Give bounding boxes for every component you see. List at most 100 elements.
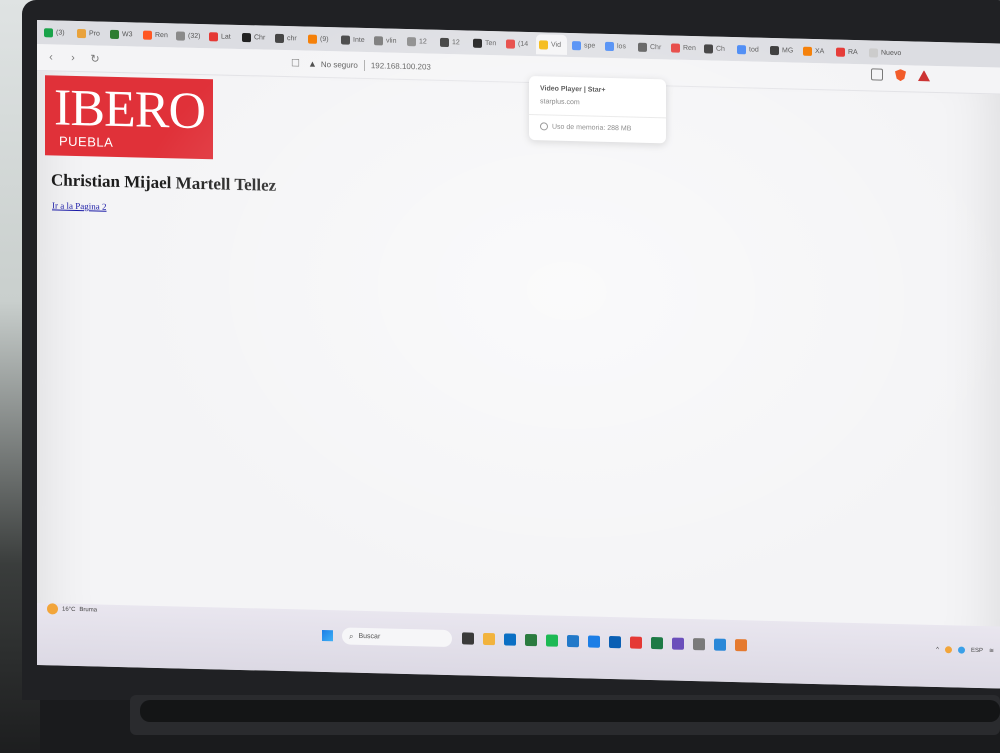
logo-text: IBERO [54,79,205,141]
taskbar-app-icon[interactable] [546,634,558,647]
browser-tab[interactable]: los [602,36,633,57]
hover-card-divider [529,114,666,119]
taskbar-app-icon[interactable] [735,639,747,652]
browser-tab[interactable]: Vid [536,34,567,55]
logo-subtext: PUEBLA [59,133,114,150]
taskbar-app-icon[interactable] [567,634,579,648]
tab-label: Nuevo [881,49,902,57]
tab-label: (3) [56,28,65,37]
search-placeholder[interactable]: Buscar [358,633,380,641]
laptop-hinge-bar [140,700,1000,722]
tab-label: XA [815,47,825,55]
browser-tab[interactable]: tod [734,39,765,60]
browser-tab[interactable]: Ten [470,33,501,54]
browser-tab[interactable]: Ch [701,38,732,59]
tab-label: Ten [485,39,497,47]
tab-favicon-icon [209,31,218,41]
brave-shield-icon[interactable] [895,69,906,81]
browser-tab[interactable]: 12 [404,31,435,52]
ibero-logo: IBERO PUEBLA [45,75,213,160]
tab-favicon-icon [44,27,53,37]
browser-tab[interactable]: Ren [140,25,171,46]
browser-tab[interactable]: Pro [74,23,105,44]
tab-favicon-icon [638,42,647,52]
address-bar[interactable]: ▲ No seguro 192.168.100.203 [308,55,431,76]
browser-tab[interactable]: (3) [41,22,72,43]
browser-tab[interactable]: (9) [305,29,336,50]
tab-favicon-icon [176,30,185,41]
tab-label: tod [749,45,759,54]
taskbar-app-icon[interactable] [588,635,600,648]
memory-label: Uso de memoria: 288 MB [552,123,632,133]
page-2-link[interactable]: Ir a la Pagina 2 [52,200,106,211]
taskbar-app-icon[interactable] [462,632,474,645]
taskbar-app-icon[interactable] [672,637,684,650]
browser-tab[interactable]: MG [767,40,798,61]
tab-label: 12 [452,38,460,46]
tab-label: chr [287,34,297,42]
browser-tab[interactable]: Nuevo [866,42,906,63]
tab-favicon-icon [572,40,581,50]
wifi-icon[interactable]: ≋ [989,647,994,654]
tab-label: Ch [716,45,725,53]
tab-favicon-icon [341,34,350,45]
tab-favicon-icon [77,28,86,38]
url-text[interactable]: 192.168.100.203 [371,61,431,71]
browser-tab[interactable]: XA [800,41,831,62]
share-icon[interactable] [871,68,883,81]
browser-tab[interactable]: (32) [173,25,204,46]
chevron-up-icon[interactable]: ^ [936,646,939,652]
tab-label: Lat [221,32,231,41]
taskbar-app-icon[interactable] [630,636,642,649]
tab-favicon-icon [473,38,482,48]
taskbar-app-icon[interactable] [525,633,537,647]
reload-button[interactable]: ↻ [87,50,103,66]
taskbar-app-icon[interactable] [609,635,621,649]
browser-tab[interactable]: spe [569,35,600,56]
cloud-icon[interactable] [957,646,965,654]
tab-favicon-icon [308,34,317,44]
browser-tab[interactable]: Inte [338,29,369,50]
weather-icon [47,603,58,615]
tab-label: Vid [551,41,561,49]
taskbar-app-icon[interactable] [483,632,495,646]
language-indicator[interactable]: ESP [971,647,983,653]
browser-tab[interactable]: (14 [503,33,534,54]
browser-tab[interactable]: chr [272,28,303,49]
browser-tab[interactable]: Chr [635,37,666,58]
warning-icon[interactable]: ▲ [308,59,317,69]
taskbar-app-icon[interactable] [504,633,516,646]
windows-start-icon[interactable] [322,629,333,642]
toolbar-right [871,68,930,81]
taskbar-app-icon[interactable] [651,637,663,650]
taskbar-search[interactable]: ⌕ Buscar [342,627,452,648]
pinned-apps [462,632,747,652]
browser-tab[interactable]: 12 [437,32,468,53]
browser-tab[interactable]: Ren [668,37,699,58]
hover-card-title: Video Player | Star+ [540,85,606,94]
brave-rewards-icon[interactable] [918,70,930,81]
taskbar-app-icon[interactable] [693,638,705,651]
tab-label: (32) [188,32,201,40]
browser-tab[interactable]: Chr [239,27,270,48]
browser-tab[interactable]: RA [833,41,864,62]
tab-favicon-icon [440,37,449,47]
browser-tab[interactable]: vlin [371,30,402,51]
browser-tab[interactable]: W3 [107,24,138,45]
tab-label: Chr [650,43,662,51]
tray-app-icon[interactable] [944,646,952,654]
back-button[interactable]: ‹ [43,49,59,65]
tab-favicon-icon [869,47,878,58]
bookmark-icon[interactable]: ☐ [291,58,300,69]
taskbar-app-icon[interactable] [714,638,726,651]
browser-tab[interactable]: Lat [206,26,237,47]
forward-button[interactable]: › [65,50,81,66]
tab-label: Pro [89,29,100,38]
tab-favicon-icon [143,30,152,40]
security-label[interactable]: No seguro [321,59,358,69]
tab-label: 12 [419,37,427,46]
memory-icon [540,122,548,131]
weather-widget[interactable]: 16°C Bruma [47,603,97,615]
weather-condition: Bruma [79,606,98,613]
hover-card-memory: Uso de memoria: 288 MB [540,122,631,132]
